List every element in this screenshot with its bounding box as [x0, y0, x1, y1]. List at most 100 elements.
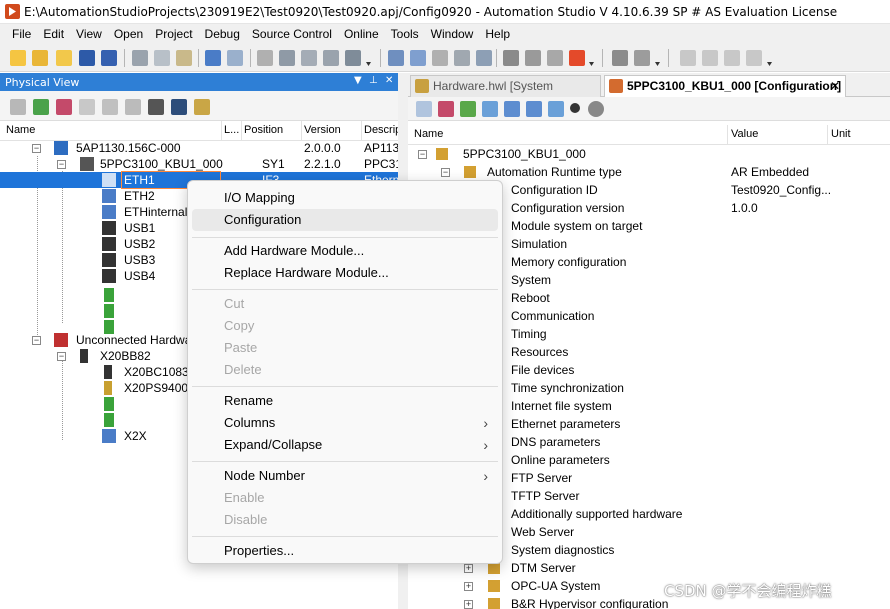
- menu-source-control[interactable]: Source Control: [246, 27, 338, 41]
- menu-project[interactable]: Project: [149, 27, 198, 41]
- expand-icon[interactable]: +: [464, 582, 473, 591]
- gear-icon[interactable]: [588, 101, 604, 117]
- menu-open[interactable]: Open: [108, 27, 149, 41]
- menu-item-add-hardware-module[interactable]: Add Hardware Module...: [192, 240, 498, 262]
- replace-icon[interactable]: [301, 50, 317, 66]
- menu-online[interactable]: Online: [338, 27, 385, 41]
- menu-item-copy[interactable]: Copy: [192, 315, 498, 337]
- save-icon[interactable]: [79, 50, 95, 66]
- traffic-light-icon[interactable]: [569, 50, 585, 66]
- group-icon[interactable]: [102, 99, 118, 115]
- config-value[interactable]: Test0920_Config...: [731, 181, 831, 199]
- menu-debug[interactable]: Debug: [199, 27, 246, 41]
- tree-row-ap1130[interactable]: − 5AP1130.156C-000 2.0.0.0 AP1130: [0, 140, 406, 156]
- menu-item-configuration[interactable]: Configuration: [192, 209, 498, 231]
- tab-configuration[interactable]: 5PPC3100_KBU1_000 [Configuration] ✕: [604, 75, 846, 97]
- layers-icon[interactable]: [125, 99, 141, 115]
- rebuild-icon[interactable]: [410, 50, 426, 66]
- tab-hardware[interactable]: Hardware.hwl [System Designer]: [410, 75, 601, 113]
- menu-view[interactable]: View: [70, 27, 108, 41]
- open-project-icon[interactable]: [32, 50, 48, 66]
- collapse-icon[interactable]: −: [418, 150, 427, 159]
- clean-icon[interactable]: [432, 50, 448, 66]
- close-icon[interactable]: ✕: [385, 75, 393, 86]
- move-up-icon[interactable]: [526, 101, 542, 117]
- monitor-icon[interactable]: [525, 50, 541, 66]
- expand-all-icon[interactable]: [482, 101, 498, 117]
- menu-item-replace-hardware-module[interactable]: Replace Hardware Module...: [192, 262, 498, 284]
- record-icon[interactable]: [570, 103, 580, 113]
- menu-item-node-number[interactable]: Node Number ›: [192, 465, 498, 487]
- grid-icon[interactable]: [438, 101, 454, 117]
- collapse-icon[interactable]: −: [32, 144, 41, 153]
- menu-item-paste[interactable]: Paste: [192, 337, 498, 359]
- uncomment-icon[interactable]: [746, 50, 762, 66]
- settings-icon[interactable]: [345, 50, 361, 66]
- dropdown-icon[interactable]: ▼: [354, 75, 362, 86]
- list-view-icon[interactable]: [416, 101, 432, 117]
- expand-icon[interactable]: +: [464, 600, 473, 609]
- close-tab-icon[interactable]: ✕: [830, 76, 840, 96]
- filter-icon[interactable]: [460, 101, 476, 117]
- hardware-icon[interactable]: [56, 99, 72, 115]
- collapse-icon[interactable]: −: [57, 352, 66, 361]
- collapse-icon[interactable]: −: [441, 168, 450, 177]
- menu-item-io-mapping[interactable]: I/O Mapping: [192, 187, 498, 209]
- config-value[interactable]: AR Embedded: [731, 163, 809, 181]
- config-row-root[interactable]: − 5PPC3100_KBU1_000: [408, 145, 890, 163]
- properties-icon[interactable]: [323, 50, 339, 66]
- menu-help[interactable]: Help: [479, 27, 516, 41]
- collapse-icon[interactable]: −: [57, 160, 66, 169]
- menu-item-delete[interactable]: Delete: [192, 359, 498, 381]
- cut-icon[interactable]: [132, 50, 148, 66]
- menu-file[interactable]: File: [6, 27, 37, 41]
- power-icon[interactable]: [547, 50, 563, 66]
- new-project-icon[interactable]: [10, 50, 26, 66]
- menu-item-properties[interactable]: Properties...: [192, 540, 498, 562]
- sort-icon[interactable]: [548, 101, 564, 117]
- column-name[interactable]: Name: [6, 124, 35, 136]
- wizard-icon[interactable]: [194, 99, 210, 115]
- compile-icon[interactable]: [476, 50, 492, 66]
- gear-icon[interactable]: [612, 50, 628, 66]
- transfer-icon[interactable]: [454, 50, 470, 66]
- undo-icon[interactable]: [205, 50, 221, 66]
- config-value[interactable]: 1.0.0: [731, 199, 758, 217]
- online-icon[interactable]: [503, 50, 519, 66]
- paste-icon[interactable]: [176, 50, 192, 66]
- collapse-icon[interactable]: −: [32, 336, 41, 345]
- pin-icon[interactable]: ⊥: [369, 75, 378, 86]
- config-row[interactable]: − Automation Runtime type AR Embedded: [408, 163, 890, 181]
- window-icon[interactable]: [680, 50, 696, 66]
- colored-ball-icon[interactable]: [33, 99, 49, 115]
- debug-gear-icon[interactable]: [634, 50, 650, 66]
- menu-item-rename[interactable]: Rename: [192, 390, 498, 412]
- expand-icon[interactable]: +: [464, 564, 473, 573]
- io-icon[interactable]: [79, 99, 95, 115]
- menu-item-enable[interactable]: Enable: [192, 487, 498, 509]
- column-name[interactable]: Name: [414, 128, 443, 140]
- menu-edit[interactable]: Edit: [37, 27, 70, 41]
- column-version[interactable]: Version: [304, 124, 341, 136]
- column-unit[interactable]: Unit: [831, 128, 851, 140]
- column-position[interactable]: Position: [244, 124, 283, 136]
- network-icon[interactable]: [171, 99, 187, 115]
- comment-icon[interactable]: [724, 50, 740, 66]
- menu-tools[interactable]: Tools: [385, 27, 425, 41]
- menu-item-columns[interactable]: Columns ›: [192, 412, 498, 434]
- menu-item-cut[interactable]: Cut: [192, 293, 498, 315]
- redo-icon[interactable]: [227, 50, 243, 66]
- column-l[interactable]: L...: [224, 124, 239, 136]
- find-icon[interactable]: [279, 50, 295, 66]
- menu-item-expand-collapse[interactable]: Expand/Collapse ›: [192, 434, 498, 456]
- column-value[interactable]: Value: [731, 128, 758, 140]
- menu-window[interactable]: Window: [425, 27, 480, 41]
- search-icon[interactable]: [148, 99, 164, 115]
- save-all-icon[interactable]: [101, 50, 117, 66]
- delete-icon[interactable]: [257, 50, 273, 66]
- build-icon[interactable]: [388, 50, 404, 66]
- window-split-icon[interactable]: [702, 50, 718, 66]
- move-down-icon[interactable]: [504, 101, 520, 117]
- open-folder-icon[interactable]: [56, 50, 72, 66]
- copy-icon[interactable]: [154, 50, 170, 66]
